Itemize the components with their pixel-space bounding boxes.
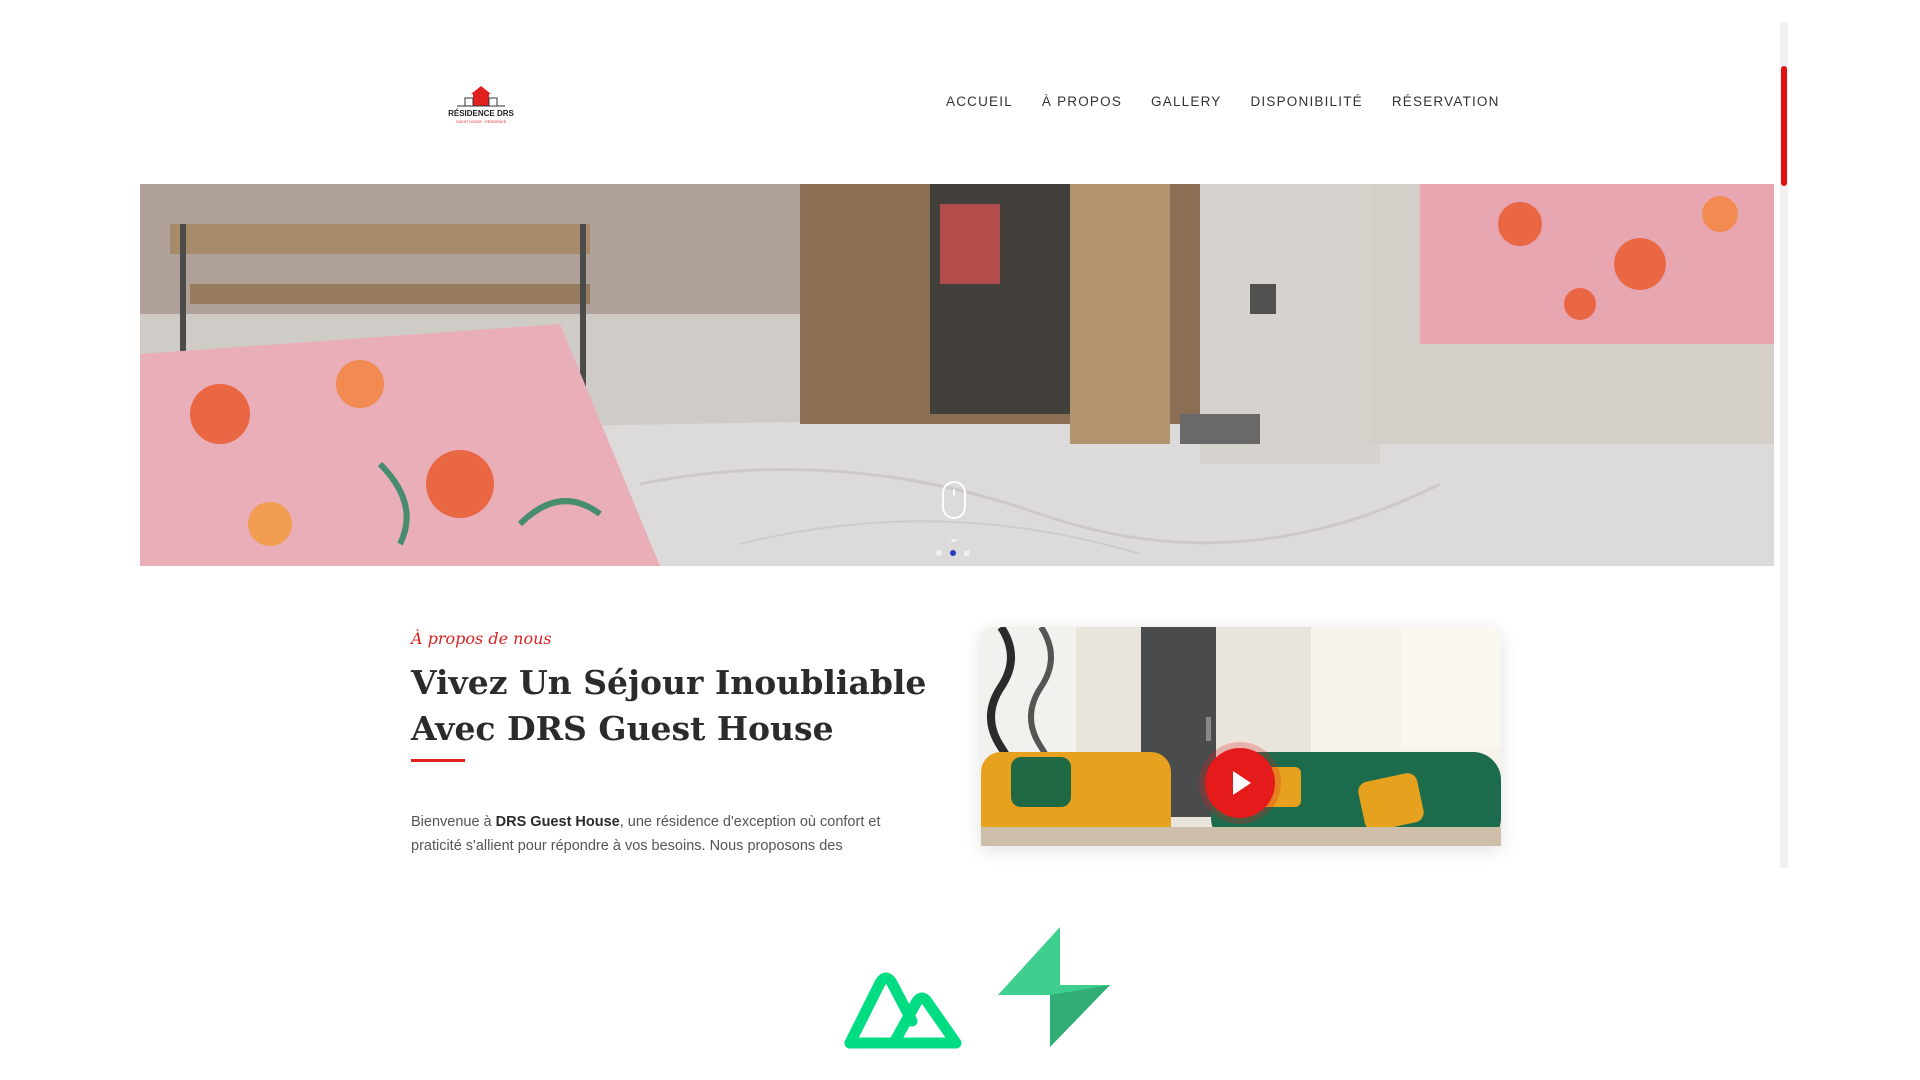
- tech-logos: [842, 925, 1114, 1049]
- main-nav: ACCUEIL À PROPOS GALLERY DISPONIBILITÉ R…: [946, 94, 1500, 109]
- slider-dot[interactable]: [936, 550, 942, 556]
- slider-dot-active[interactable]: [950, 550, 956, 556]
- about-intro: Bienvenue à DRS Guest House, une résiden…: [411, 810, 931, 858]
- mouse-scroll-icon[interactable]: [942, 481, 966, 519]
- play-icon[interactable]: [1205, 748, 1275, 818]
- svg-text:GUEST HOUSE · RESIDENCE: GUEST HOUSE · RESIDENCE: [456, 120, 507, 124]
- nav-gallery[interactable]: GALLERY: [1151, 94, 1221, 109]
- title-divider: [411, 759, 465, 762]
- nuxt-logo: [844, 972, 962, 1049]
- about-intro-prefix: Bienvenue à: [411, 814, 496, 830]
- about-title: Vivez Un Séjour Inoubliable Avec DRS Gue…: [411, 663, 927, 748]
- about-video-card[interactable]: [981, 627, 1501, 846]
- chevron-down-icon[interactable]: ⌄: [946, 529, 962, 545]
- nav-disponibilite[interactable]: DISPONIBILITÉ: [1250, 94, 1362, 109]
- slider-dots: [936, 550, 970, 556]
- slider-dot[interactable]: [964, 550, 970, 556]
- site-logo[interactable]: RÉSIDENCE DRS GUEST HOUSE · RESIDENCE: [431, 80, 531, 126]
- residence-drs-logo: RÉSIDENCE DRS GUEST HOUSE · RESIDENCE: [448, 86, 515, 124]
- website-frame: RÉSIDENCE DRS GUEST HOUSE · RESIDENCE AC…: [140, 22, 1774, 868]
- nav-a-propos[interactable]: À PROPOS: [1042, 94, 1122, 109]
- about-intro-brand: DRS Guest House: [495, 814, 620, 830]
- nav-accueil[interactable]: ACCUEIL: [946, 94, 1013, 109]
- scrollbar-thumb[interactable]: [1781, 66, 1787, 186]
- nav-reservation[interactable]: RÉSERVATION: [1392, 94, 1500, 109]
- supabase-logo: [998, 927, 1110, 1047]
- hero-slider[interactable]: ⌄: [140, 184, 1774, 566]
- about-kicker: À propos de nous: [411, 629, 552, 648]
- svg-text:RÉSIDENCE DRS: RÉSIDENCE DRS: [448, 109, 514, 118]
